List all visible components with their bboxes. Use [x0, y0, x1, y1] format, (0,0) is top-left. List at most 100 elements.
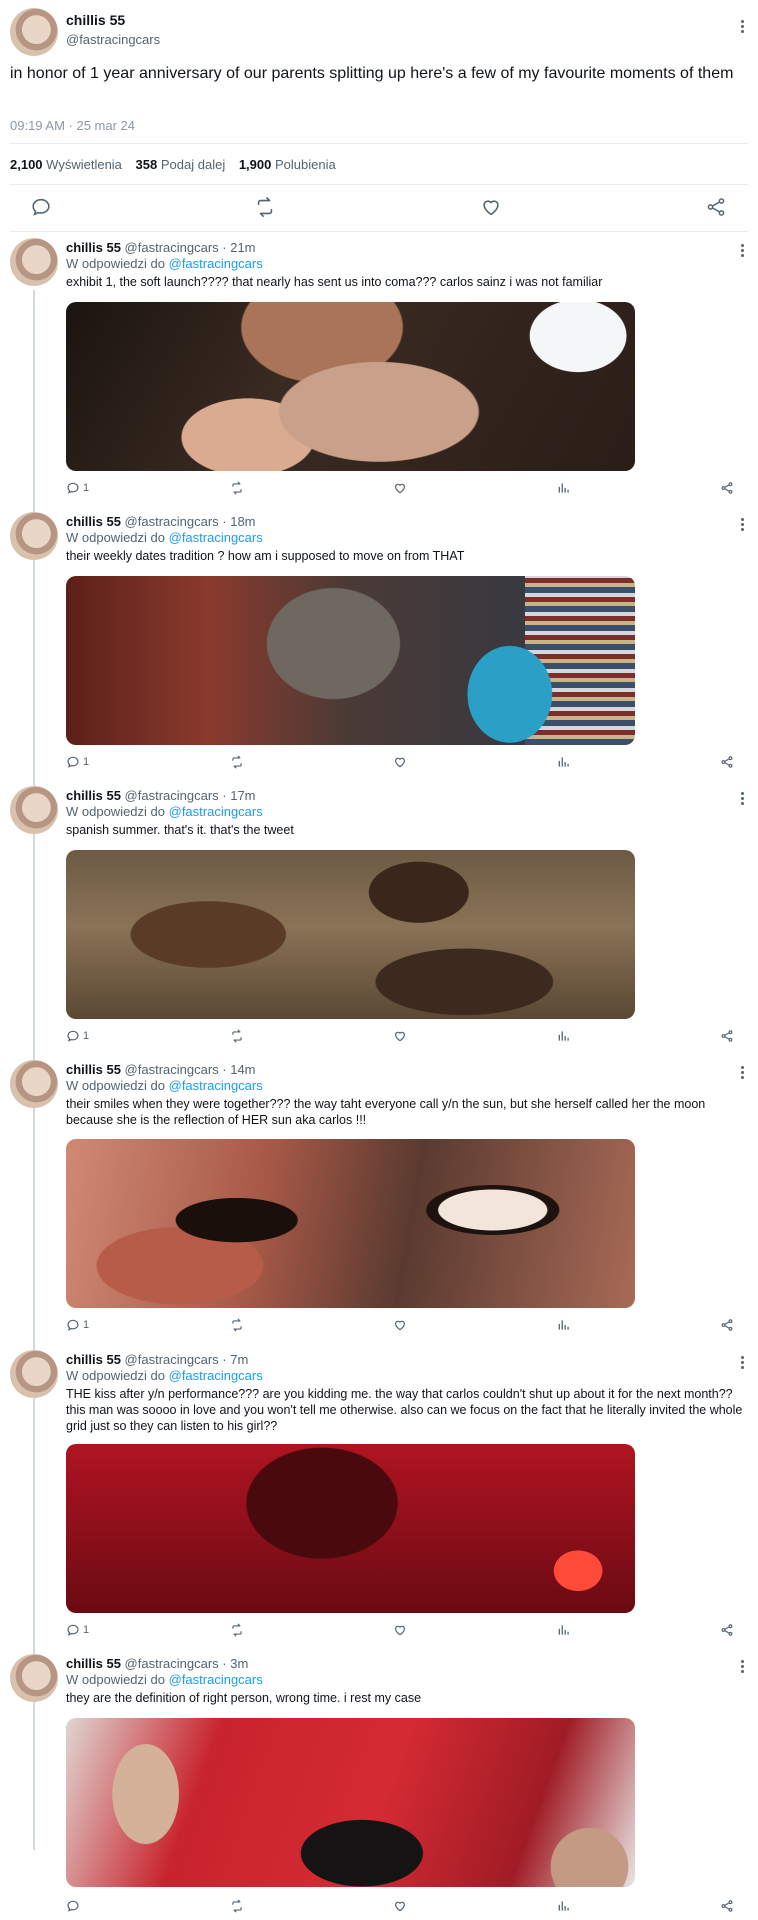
tweet-photo[interactable] [66, 302, 635, 471]
reply-to-link[interactable]: @fastracingcars [169, 1672, 263, 1687]
more-options-icon[interactable] [734, 514, 750, 534]
retweets-label[interactable]: Podaj dalej [161, 157, 225, 172]
reply-icon[interactable]: 1 [66, 1316, 89, 1334]
more-options-icon[interactable] [734, 1352, 750, 1372]
avatar[interactable] [10, 786, 58, 834]
reply-to-link[interactable]: @fastracingcars [169, 804, 263, 819]
reply-author-name[interactable]: chillis 55 [66, 240, 121, 255]
share-icon[interactable] [720, 753, 734, 771]
share-icon[interactable] [720, 1897, 734, 1915]
share-icon[interactable] [720, 479, 734, 497]
retweet-icon[interactable] [254, 196, 276, 218]
more-options-icon[interactable] [734, 240, 750, 260]
tweet-photo[interactable] [66, 1718, 635, 1887]
reply-handle-time: @fastracingcars · 21m [124, 240, 256, 255]
reply-prefix: W odpowiedzi do [66, 1078, 165, 1093]
like-icon[interactable] [480, 196, 502, 218]
share-icon[interactable] [705, 196, 727, 218]
like-icon[interactable] [393, 479, 407, 497]
reply-text: exhibit 1, the soft launch???? that near… [66, 275, 603, 289]
views-label[interactable]: Wyświetlenia [46, 157, 122, 172]
like-icon[interactable] [393, 1621, 407, 1639]
views-icon[interactable] [557, 1621, 571, 1639]
like-icon[interactable] [393, 1897, 407, 1915]
reply-icon[interactable]: 1 [66, 753, 89, 771]
main-tweet-header: chillis 55 @fastracingcars [10, 8, 750, 60]
reply-icon[interactable]: 1 [66, 479, 89, 497]
tweet-photo[interactable] [66, 850, 635, 1019]
retweet-icon[interactable] [230, 753, 244, 771]
reply-author-name[interactable]: chillis 55 [66, 788, 121, 803]
tweet-stats: 2,100 Wyświetlenia 358 Podaj dalej 1,900… [10, 157, 336, 172]
more-options-icon[interactable] [734, 1062, 750, 1082]
views-icon[interactable] [557, 479, 571, 497]
share-icon[interactable] [720, 1027, 734, 1045]
divider [10, 143, 748, 144]
main-tweet-text: in honor of 1 year anniversary of our pa… [10, 65, 734, 82]
reply-prefix: W odpowiedzi do [66, 1672, 165, 1687]
reply-actions: 1 [0, 1621, 758, 1641]
views-count[interactable]: 2,100 [10, 157, 43, 172]
share-icon[interactable] [720, 1621, 734, 1639]
retweet-icon[interactable] [230, 1621, 244, 1639]
reply-to-link[interactable]: @fastracingcars [169, 256, 263, 271]
reply-actions: 1 [0, 1316, 758, 1336]
avatar[interactable] [10, 8, 58, 56]
avatar[interactable] [10, 238, 58, 286]
reply-author-name[interactable]: chillis 55 [66, 1352, 121, 1367]
reply-handle-time: @fastracingcars · 7m [124, 1352, 249, 1367]
avatar[interactable] [10, 512, 58, 560]
like-icon[interactable] [393, 1316, 407, 1334]
author-handle[interactable]: @fastracingcars [66, 32, 160, 47]
reply-to-link[interactable]: @fastracingcars [169, 1368, 263, 1383]
reply-author-name[interactable]: chillis 55 [66, 514, 121, 529]
retweet-icon[interactable] [230, 1027, 244, 1045]
views-icon[interactable] [557, 1316, 571, 1334]
avatar[interactable] [10, 1654, 58, 1702]
reply-text: THE kiss after y/n performance??? are yo… [66, 1387, 743, 1433]
reply-to-link[interactable]: @fastracingcars [169, 1078, 263, 1093]
likes-count[interactable]: 1,900 [239, 157, 272, 172]
reply-text: they are the definition of right person,… [66, 1691, 422, 1705]
reply-author-name[interactable]: chillis 55 [66, 1062, 121, 1077]
reply-icon[interactable] [66, 1897, 83, 1915]
more-options-icon[interactable] [734, 788, 750, 808]
main-tweet-timestamp[interactable]: 09:19 AM · 25 mar 24 [10, 118, 135, 133]
reply-count: 1 [83, 1030, 90, 1042]
reply-actions [0, 1897, 758, 1917]
main-tweet-actions [0, 196, 758, 220]
likes-label[interactable]: Polubienia [275, 157, 336, 172]
avatar[interactable] [10, 1350, 58, 1398]
reply-author-name[interactable]: chillis 55 [66, 1656, 121, 1671]
like-icon[interactable] [393, 753, 407, 771]
views-icon[interactable] [557, 753, 571, 771]
avatar[interactable] [10, 1060, 58, 1108]
tweet-photo[interactable] [66, 1139, 635, 1308]
reply-to-link[interactable]: @fastracingcars [169, 530, 263, 545]
more-options-icon[interactable] [734, 16, 750, 36]
reply-icon[interactable] [30, 196, 52, 218]
more-options-icon[interactable] [734, 1656, 750, 1676]
reply-actions: 1 [0, 479, 758, 499]
retweet-icon[interactable] [230, 479, 244, 497]
reply-actions: 1 [0, 1027, 758, 1047]
like-icon[interactable] [393, 1027, 407, 1045]
share-icon[interactable] [720, 1316, 734, 1334]
reply-icon[interactable]: 1 [66, 1621, 89, 1639]
views-icon[interactable] [557, 1027, 571, 1045]
divider [10, 231, 748, 232]
tweet-photo[interactable] [66, 576, 635, 745]
reply-context: W odpowiedzi do @fastracingcars [66, 256, 263, 271]
reply-text: their weekly dates tradition ? how am i … [66, 549, 465, 563]
author-name[interactable]: chillis 55 [66, 12, 125, 28]
views-icon[interactable] [557, 1897, 571, 1915]
reply-actions: 1 [0, 753, 758, 773]
reply-context: W odpowiedzi do @fastracingcars [66, 1078, 263, 1093]
reply-icon[interactable]: 1 [66, 1027, 89, 1045]
retweets-count[interactable]: 358 [136, 157, 158, 172]
retweet-icon[interactable] [230, 1316, 244, 1334]
reply-context: W odpowiedzi do @fastracingcars [66, 804, 263, 819]
reply-text: spanish summer. that's it. that's the tw… [66, 823, 294, 837]
retweet-icon[interactable] [230, 1897, 244, 1915]
tweet-photo[interactable] [66, 1444, 635, 1613]
